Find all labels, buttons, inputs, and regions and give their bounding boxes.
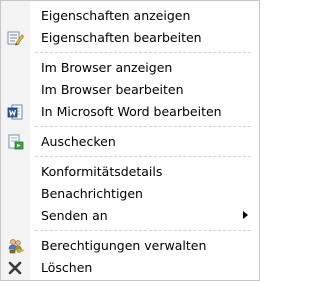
menu-item-label: Senden an — [41, 208, 108, 223]
menu-separator — [1, 227, 259, 235]
menu-item-label: Benachrichtigen — [41, 186, 143, 201]
menu-separator — [1, 153, 259, 161]
menu-item-view-properties[interactable]: Eigenschaften anzeigen — [1, 5, 259, 27]
menu-item-label: Im Browser bearbeiten — [41, 82, 184, 97]
menu-item-manage-permissions[interactable]: Berechtigungen verwalten — [1, 235, 259, 257]
context-menu: Eigenschaften anzeigen Eigenschaften bea… — [0, 0, 260, 281]
menu-item-label: Berechtigungen verwalten — [41, 238, 207, 253]
permissions-icon — [7, 238, 24, 254]
menu-item-label: Auschecken — [41, 134, 116, 149]
check-out-icon — [7, 134, 24, 150]
menu-item-edit-in-browser[interactable]: Im Browser bearbeiten — [1, 79, 259, 101]
menu-item-send-to[interactable]: Senden an — [1, 205, 259, 227]
word-document-icon — [7, 104, 24, 120]
menu-items: Eigenschaften anzeigen Eigenschaften bea… — [1, 5, 259, 279]
menu-item-delete[interactable]: Löschen — [1, 257, 259, 279]
delete-icon — [7, 260, 24, 276]
menu-item-label: Eigenschaften bearbeiten — [41, 30, 202, 45]
menu-separator — [1, 123, 259, 131]
menu-item-compliance-details[interactable]: Konformitätsdetails — [1, 161, 259, 183]
submenu-arrow-icon — [243, 211, 248, 219]
menu-item-label: Im Browser anzeigen — [41, 60, 173, 75]
menu-item-edit-in-word[interactable]: In Microsoft Word bearbeiten — [1, 101, 259, 123]
menu-item-alert-me[interactable]: Benachrichtigen — [1, 183, 259, 205]
menu-item-check-out[interactable]: Auschecken — [1, 131, 259, 153]
edit-properties-icon — [7, 30, 24, 46]
menu-item-label: In Microsoft Word bearbeiten — [41, 104, 222, 119]
menu-item-label: Löschen — [41, 260, 93, 275]
menu-item-label: Eigenschaften anzeigen — [41, 8, 191, 23]
menu-item-view-in-browser[interactable]: Im Browser anzeigen — [1, 57, 259, 79]
menu-item-edit-properties[interactable]: Eigenschaften bearbeiten — [1, 27, 259, 49]
menu-separator — [1, 49, 259, 57]
menu-item-label: Konformitätsdetails — [41, 164, 163, 179]
